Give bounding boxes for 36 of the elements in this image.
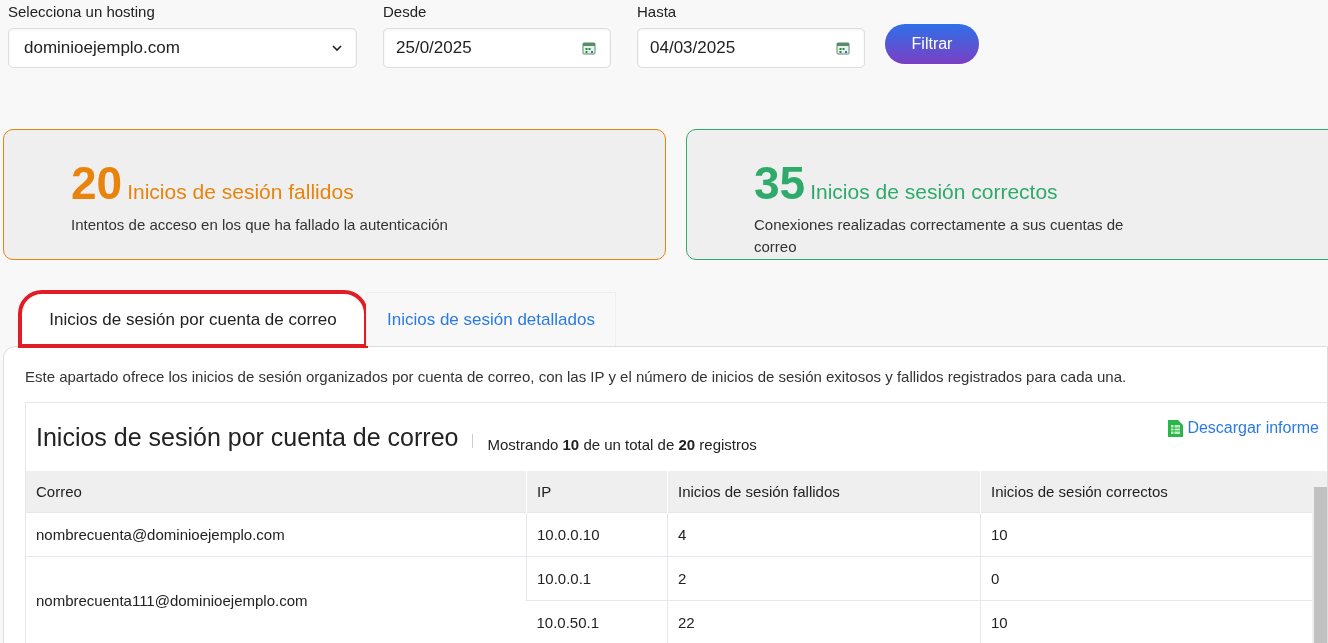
stat-count: 35: [754, 158, 806, 208]
tab[interactable]: Inicios de sesión por cuenta de correo: [20, 292, 366, 346]
stat-description: Intentos de acceso en los que ha fallado la autenticación: [71, 215, 449, 235]
download-link[interactable]: Descargar informe: [1168, 419, 1319, 437]
date-field[interactable]: 04/03/2025: [637, 28, 865, 68]
table-cell: 4: [667, 512, 981, 557]
stat-count: 20: [71, 158, 123, 208]
column-header: Inicios de sesión fallidos: [667, 471, 981, 513]
hosting-select[interactable]: dominioejemplo.com: [8, 28, 357, 68]
calendar-icon[interactable]: [582, 41, 596, 55]
stat-title: Inicios de sesión fallidos: [127, 180, 354, 204]
panel-description: Este apartado ofrece los inicios de sesión organizados por cuenta de correo, con las IP y el número de inicios de sesión exitosos y fallidos registrados para cada una.: [25, 368, 1128, 385]
table-cell: nombrecuenta111@dominioejemplo.com: [26, 556, 527, 643]
table-cell: 10.0.50.1: [526, 600, 668, 643]
field-label: Selecciona un hosting: [8, 3, 156, 20]
table-cell: 22: [667, 600, 981, 643]
calendar-icon[interactable]: [836, 41, 850, 55]
stat-title: Inicios de sesión correctos: [810, 180, 1058, 204]
table-cell: nombrecuenta@dominioejemplo.com: [26, 512, 527, 557]
stat-description: Conexiones realizadas correctamente a sus cuentas de correo: [754, 215, 1125, 257]
date-field[interactable]: 25/0/2025: [383, 28, 611, 68]
field-label: Desde: [383, 3, 428, 20]
column-header: Correo: [26, 471, 527, 513]
table-title: Inicios de sesión por cuenta de correo: [36, 422, 459, 452]
filter-button[interactable]: Filtrar: [885, 24, 979, 64]
tab[interactable]: Inicios de sesión detallados: [366, 292, 616, 346]
column-header: IP: [526, 471, 668, 513]
spreadsheet-icon: [1168, 419, 1184, 437]
records-summary: Mostrando 10 de un total de 20 registros: [487, 435, 757, 453]
table-cell: 2: [667, 556, 981, 601]
table-cell: 10.0.0.1: [526, 556, 668, 601]
chevron-down-icon: [332, 44, 342, 52]
field-label: Hasta: [637, 3, 678, 20]
column-header: Inicios de sesión correctos: [980, 471, 1312, 513]
scrollbar[interactable]: [1312, 471, 1327, 643]
table-cell: 10.0.0.10: [526, 512, 668, 557]
